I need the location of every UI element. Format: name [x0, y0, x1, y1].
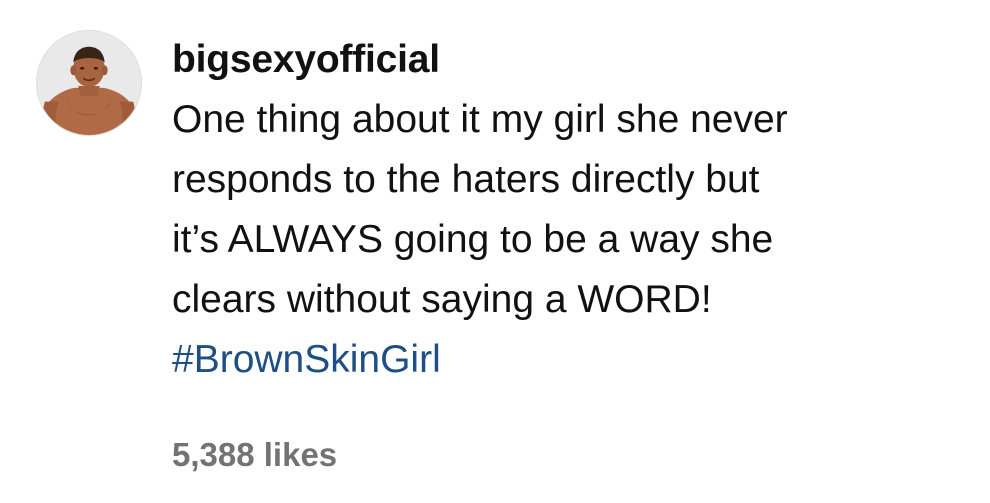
- caption-line: One thing about it my girl she never: [172, 98, 788, 141]
- caption-text: One thing about it my girl she never res…: [172, 90, 972, 390]
- caption-line: responds to the haters directly but: [172, 158, 760, 201]
- instagram-caption-post: bigsexyofficial One thing about it my gi…: [0, 0, 990, 503]
- hashtag-link[interactable]: #BrownSkinGirl: [172, 330, 441, 390]
- likes-count[interactable]: 5,388 likes: [172, 430, 337, 480]
- post-content: bigsexyofficial One thing about it my gi…: [172, 30, 972, 390]
- username-link[interactable]: bigsexyofficial: [172, 30, 972, 90]
- caption-line: it’s ALWAYS going to be a way she: [172, 218, 774, 261]
- avatar[interactable]: [36, 30, 142, 136]
- caption-hashtag-line: #BrownSkinGirl: [172, 330, 972, 390]
- caption-line: clears without saying a WORD!: [172, 278, 712, 321]
- profile-photo-icon: [37, 31, 141, 135]
